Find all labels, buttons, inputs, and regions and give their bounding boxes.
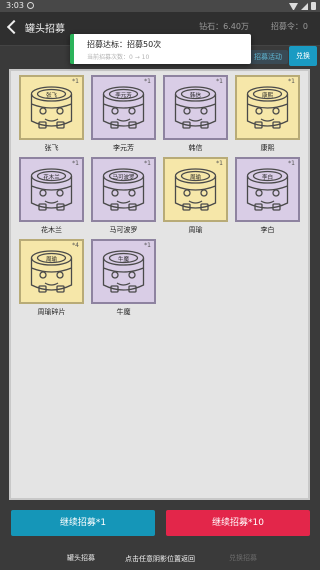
item-name: 花木兰 bbox=[41, 226, 62, 234]
result-item[interactable]: 周瑜 *4 周瑜碎片 bbox=[19, 239, 84, 317]
result-item[interactable]: 周瑜 *1 周瑜 bbox=[163, 157, 228, 235]
item-name: 马可波罗 bbox=[109, 226, 138, 234]
item-count: *1 bbox=[288, 78, 295, 85]
item-count: *1 bbox=[216, 160, 223, 167]
back-arrow-icon[interactable] bbox=[6, 19, 22, 35]
item-tile: 李白 *1 bbox=[235, 157, 300, 222]
can-icon bbox=[174, 168, 217, 211]
result-item[interactable]: 马可波罗 *1 马可波罗 bbox=[91, 157, 156, 235]
achievement-toast: 招募达标：招募50次 当前招募次数：0 → 10 bbox=[70, 34, 251, 64]
item-count: *1 bbox=[144, 78, 151, 85]
can-icon bbox=[30, 86, 73, 129]
battery-icon bbox=[311, 2, 316, 10]
recruit-once-button[interactable]: 继续招募*1 bbox=[11, 510, 155, 536]
page-title: 罐头招募 bbox=[25, 24, 65, 35]
item-count: *1 bbox=[72, 160, 79, 167]
item-tile: 牛魔 *1 bbox=[91, 239, 156, 304]
result-item[interactable]: 牛魔 *1 牛魔 bbox=[91, 239, 156, 317]
item-name: 牛魔 bbox=[116, 308, 131, 316]
can-icon bbox=[246, 86, 289, 129]
result-item[interactable]: 花木兰 *1 花木兰 bbox=[19, 157, 84, 235]
item-name: 周瑜碎片 bbox=[37, 308, 66, 316]
item-count: *1 bbox=[288, 160, 295, 167]
can-label: 周瑜 bbox=[189, 175, 201, 181]
item-tile: 周瑜 *4 bbox=[19, 239, 84, 304]
wifi-icon bbox=[289, 2, 298, 10]
item-tile: 周瑜 *1 bbox=[163, 157, 228, 222]
can-label: 花木兰 bbox=[43, 175, 60, 181]
status-icons bbox=[289, 2, 316, 10]
tab-exchange-recruit[interactable]: 兑换招募 bbox=[229, 553, 257, 563]
item-tile: 李元芳 *1 bbox=[91, 75, 156, 140]
toast-title: 招募达标：招募50次 bbox=[87, 40, 162, 49]
result-item[interactable]: 康熙 *1 康熙 bbox=[235, 75, 300, 153]
can-icon bbox=[102, 168, 145, 211]
status-bar: 3:03 bbox=[0, 0, 320, 12]
item-count: *1 bbox=[216, 78, 223, 85]
recruit-event-button[interactable]: 招募活动 bbox=[248, 50, 288, 64]
can-label: 韩信 bbox=[189, 93, 201, 99]
item-count: *1 bbox=[144, 160, 151, 167]
item-name: 李元芳 bbox=[113, 144, 134, 152]
item-count: *4 bbox=[72, 242, 79, 249]
dismiss-hint: 点击任意阴影位置返回 bbox=[125, 555, 195, 563]
recruit-ten-button[interactable]: 继续招募*10 bbox=[166, 510, 310, 536]
can-label: 马可波罗 bbox=[112, 175, 135, 181]
result-item[interactable]: 李元芳 *1 李元芳 bbox=[91, 75, 156, 153]
diamond-count: 钻石：6.40万 bbox=[199, 22, 249, 31]
item-name: 韩信 bbox=[188, 144, 203, 152]
recruit-ticket-count: 招募令：0 bbox=[270, 22, 308, 31]
can-label: 周瑜 bbox=[45, 257, 57, 263]
toast-subtitle: 当前招募次数：0 → 10 bbox=[87, 54, 150, 61]
can-label: 李白 bbox=[261, 175, 273, 181]
status-time: 3:03 bbox=[6, 1, 24, 10]
results-panel: 张飞 *1 张飞 李元芳 *1 李元芳 韩信 *1 韩信 康熙 *1 康熙 花木兰 *1 花木兰 马可波罗 *1… bbox=[9, 69, 310, 500]
item-tile: 康熙 *1 bbox=[235, 75, 300, 140]
can-label: 康熙 bbox=[261, 93, 273, 99]
item-tile: 花木兰 *1 bbox=[19, 157, 84, 222]
exchange-button[interactable]: 兑换 bbox=[289, 46, 317, 66]
can-label: 牛魔 bbox=[117, 257, 129, 263]
can-icon bbox=[174, 86, 217, 129]
can-icon bbox=[102, 250, 145, 293]
item-count: *1 bbox=[72, 78, 79, 85]
signal-icon bbox=[301, 2, 308, 10]
item-name: 康熙 bbox=[260, 144, 275, 152]
item-tile: 马可波罗 *1 bbox=[91, 157, 156, 222]
result-item[interactable]: 李白 *1 李白 bbox=[235, 157, 300, 235]
settings-icon bbox=[27, 2, 34, 9]
item-tile: 张飞 *1 bbox=[19, 75, 84, 140]
header-stats: 钻石：6.40万 招募令：0 bbox=[199, 21, 308, 32]
item-tile: 韩信 *1 bbox=[163, 75, 228, 140]
item-name: 张飞 bbox=[44, 144, 59, 152]
result-item[interactable]: 韩信 *1 韩信 bbox=[163, 75, 228, 153]
can-icon bbox=[102, 86, 145, 129]
can-icon bbox=[246, 168, 289, 211]
can-label: 张飞 bbox=[45, 93, 57, 99]
can-icon bbox=[30, 168, 73, 211]
can-label: 李元芳 bbox=[115, 93, 132, 99]
item-count: *1 bbox=[144, 242, 151, 249]
result-item[interactable]: 张飞 *1 张飞 bbox=[19, 75, 84, 153]
item-name: 周瑜 bbox=[188, 226, 203, 234]
can-icon bbox=[30, 250, 73, 293]
item-name: 李白 bbox=[260, 226, 275, 234]
